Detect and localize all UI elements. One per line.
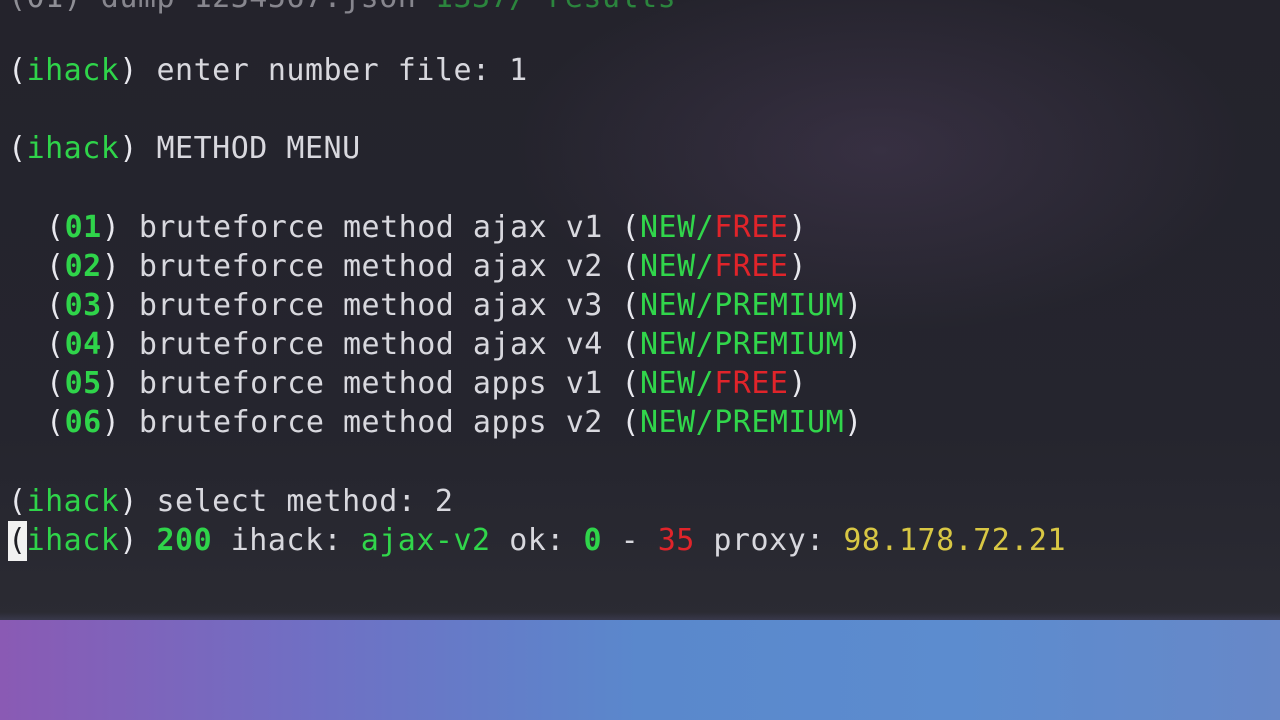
desktop-dock-bar — [0, 620, 1280, 720]
menu-item-number: 02 — [64, 249, 102, 284]
menu-item-tag-new: NEW/ — [639, 288, 715, 323]
terminal-status-line: (ihack) 200 ihack: ajax-v2 ok: 0 - 35 pr… — [8, 521, 1066, 561]
menu-item-number: 06 — [64, 405, 102, 440]
menu-item-number: 04 — [64, 327, 102, 362]
partial-text: dump 1234567.json — [82, 0, 435, 15]
terminal-line-method-menu: (ihack) METHOD MENU — [8, 131, 361, 166]
menu-item-tag-new: NEW/ — [639, 405, 715, 440]
text-cursor: ( — [8, 521, 27, 561]
menu-item-text: bruteforce method ajax v2 — [138, 249, 603, 284]
terminal-line-select-method: (ihack) select method: 2 — [8, 484, 454, 519]
menu-item-tag-tier: FREE — [714, 366, 789, 401]
prompt-name: ihack — [26, 53, 120, 88]
menu-item: (02) bruteforce method ajax v2 (NEW/FREE… — [46, 249, 808, 284]
menu-item-text: bruteforce method ajax v1 — [138, 210, 603, 245]
terminal-line-enter-file: (ihack) enter number file: 1 — [8, 53, 528, 88]
select-method-text: select method: 2 — [156, 484, 454, 519]
fail-value: 35 — [657, 523, 695, 558]
menu-item-tag-tier: PREMIUM — [714, 288, 845, 323]
menu-item-number: 05 — [64, 366, 102, 401]
ok-label: ok: — [509, 523, 565, 558]
menu-item: (06) bruteforce method apps v2 (NEW/PREM… — [46, 405, 863, 440]
desktop-screen: (01) dump 1234567.json 1337/ results (ih… — [0, 0, 1280, 720]
prompt-name: ihack — [26, 131, 120, 166]
menu-item-tag-new: NEW/ — [639, 327, 715, 362]
partial-suffix: 1337/ results — [435, 0, 676, 15]
status-method: ajax-v2 — [360, 523, 491, 558]
menu-item-text: bruteforce method ajax v4 — [138, 327, 603, 362]
proxy-label: proxy: — [713, 523, 825, 558]
menu-item-number: 01 — [64, 210, 102, 245]
menu-item-tag-tier: PREMIUM — [714, 327, 845, 362]
menu-item-text: bruteforce method ajax v3 — [138, 288, 603, 323]
partial-prefix: (01) — [8, 0, 82, 15]
terminal-partial-line: (01) dump 1234567.json 1337/ results — [8, 0, 676, 18]
menu-item-text: bruteforce method apps v1 — [138, 366, 603, 401]
menu-item-tag-tier: PREMIUM — [714, 405, 845, 440]
menu-item-tag-new: NEW/ — [639, 249, 715, 284]
menu-item-tag-tier: FREE — [714, 249, 789, 284]
menu-item-text: bruteforce method apps v2 — [138, 405, 603, 440]
menu-item: (03) bruteforce method ajax v3 (NEW/PREM… — [46, 288, 863, 323]
menu-item-tag-new: NEW/ — [639, 366, 715, 401]
status-dash: - — [620, 523, 640, 558]
terminal-window[interactable]: (01) dump 1234567.json 1337/ results (ih… — [0, 0, 1280, 618]
proxy-value: 98.178.72.21 — [843, 523, 1067, 558]
prompt-name: ihack — [26, 523, 120, 558]
menu-item: (04) bruteforce method ajax v4 (NEW/PREM… — [46, 327, 863, 362]
menu-item-tag-new: NEW/ — [639, 210, 715, 245]
menu-item: (05) bruteforce method apps v1 (NEW/FREE… — [46, 366, 808, 401]
prompt-name: ihack — [26, 484, 120, 519]
menu-item-number: 03 — [64, 288, 102, 323]
method-menu-title: METHOD MENU — [156, 131, 361, 166]
ok-value: 0 — [583, 523, 602, 558]
status-code: 200 — [156, 523, 213, 558]
menu-item: (01) bruteforce method ajax v1 (NEW/FREE… — [46, 210, 808, 245]
menu-item-tag-tier: FREE — [714, 210, 789, 245]
enter-file-text: enter number file: 1 — [156, 53, 528, 88]
status-label: ihack: — [230, 523, 343, 558]
